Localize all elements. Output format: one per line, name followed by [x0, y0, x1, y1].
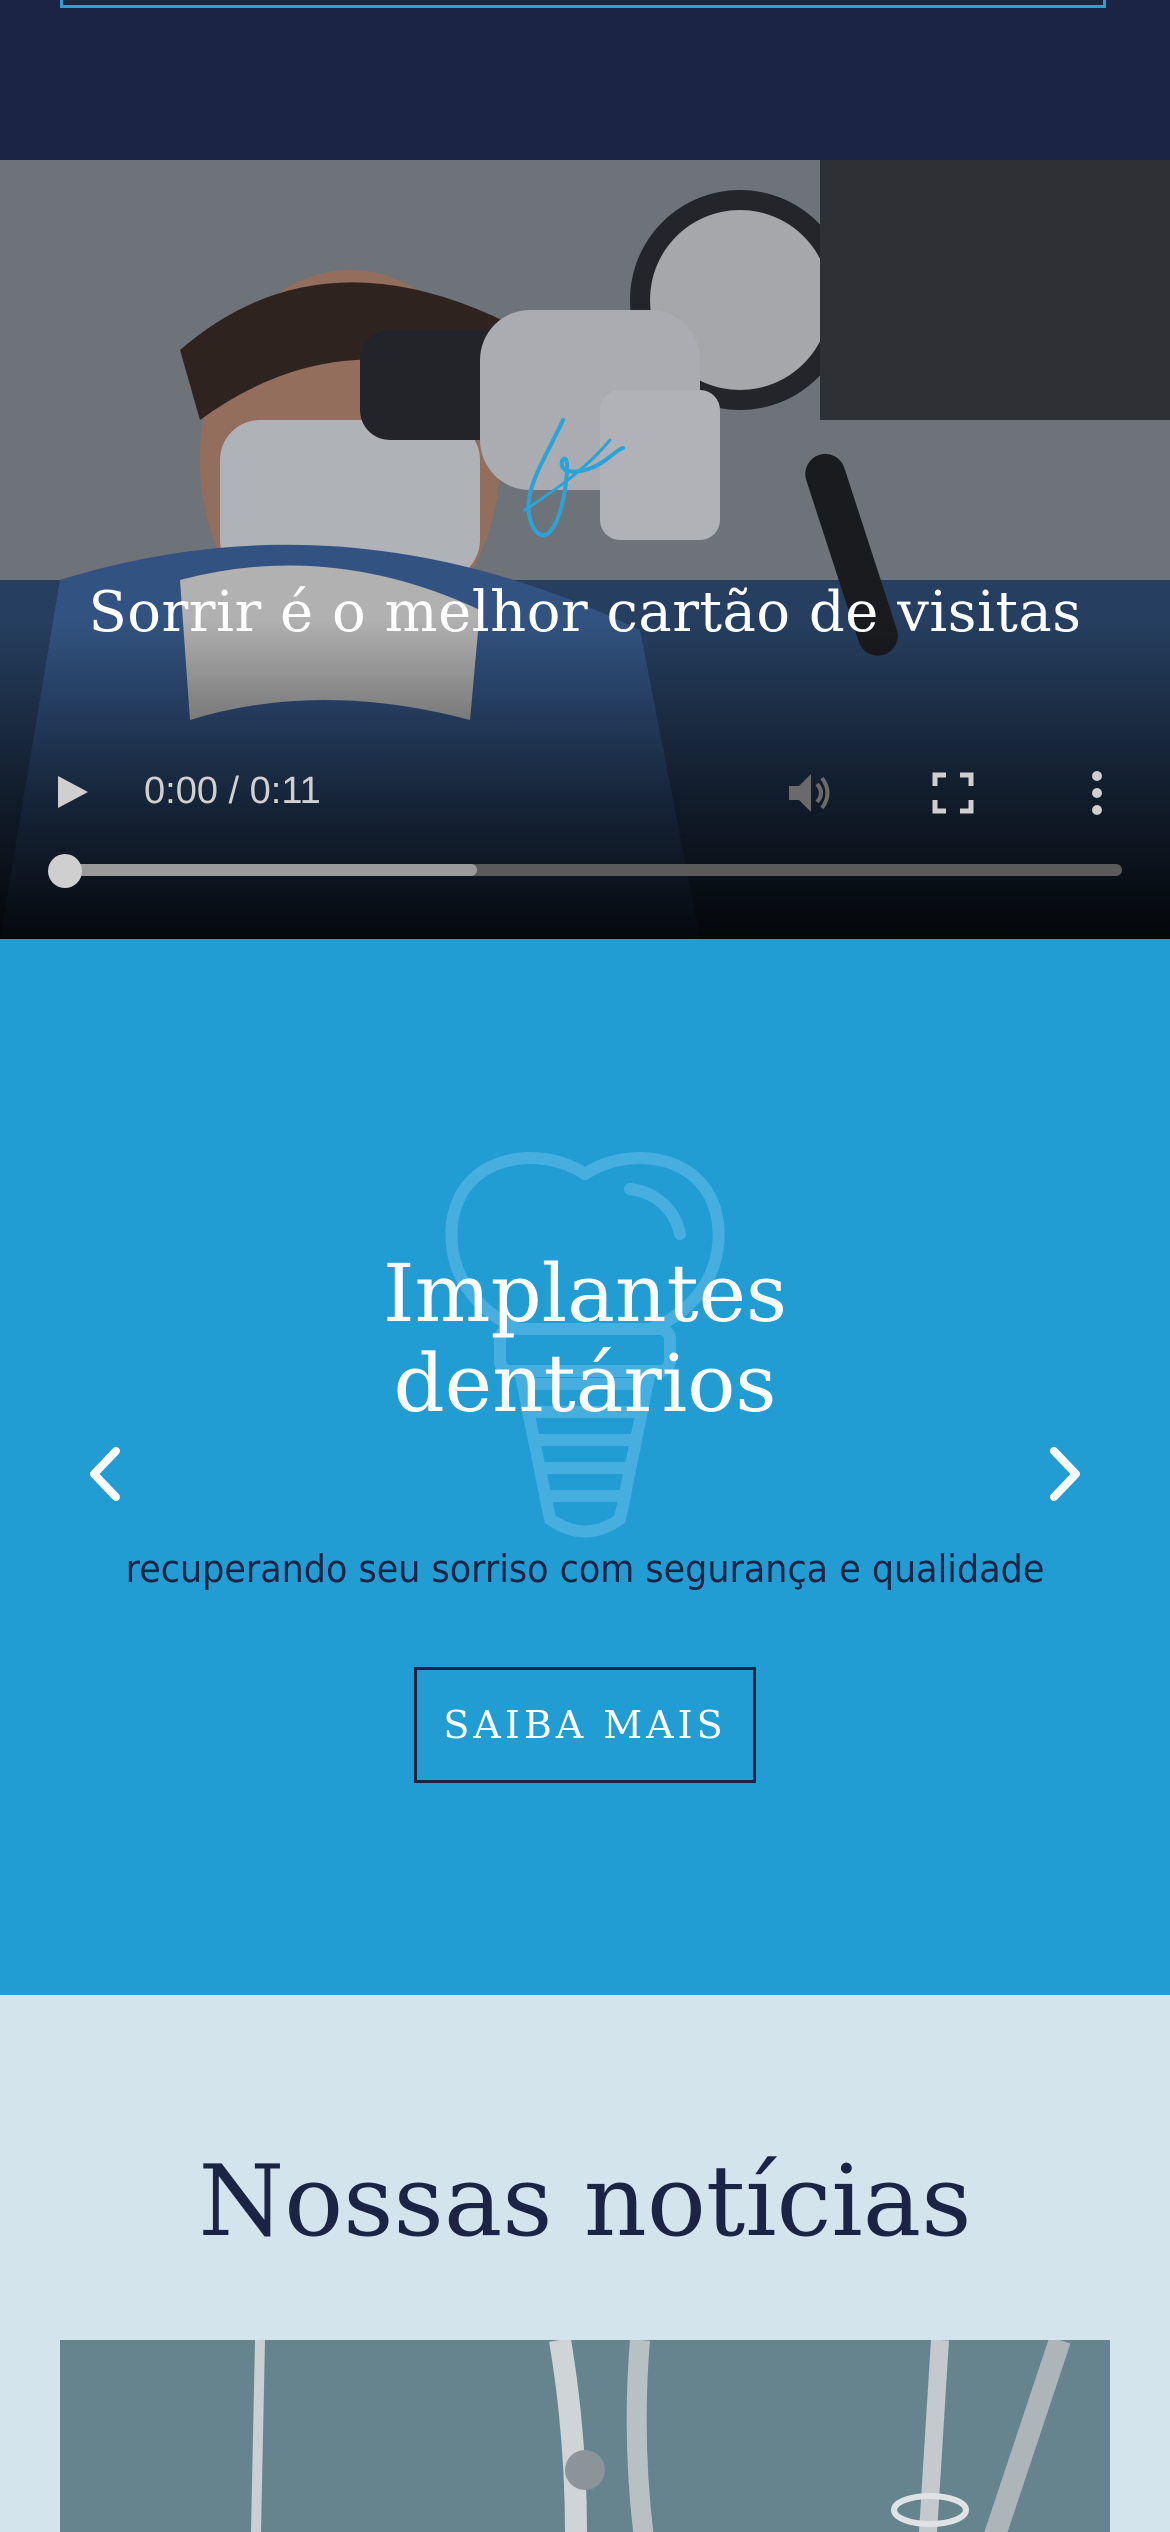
news-card-image[interactable] [60, 2340, 1110, 2532]
volume-icon[interactable] [785, 770, 833, 816]
header-band [0, 0, 1170, 160]
news-title: Nossas notícias [198, 2145, 972, 2259]
video-scrubber-handle[interactable] [48, 854, 82, 888]
implant-slider: Implantes dentários recuperando seu sorr… [0, 939, 1170, 1995]
video-controls: 0:00 / 0:11 [0, 760, 1170, 860]
video-time-display: 0:00 / 0:11 [144, 770, 321, 812]
video-tagline: Sorrir é o melhor cartão de visitas [88, 580, 1082, 645]
arrow-left-icon[interactable] [80, 1439, 130, 1509]
video-progress-bar[interactable] [64, 864, 1122, 876]
slide-title-line1: Implantes [382, 1247, 788, 1340]
arrow-right-icon[interactable] [1040, 1439, 1090, 1509]
news-section: Nossas notícias [0, 1995, 1170, 2532]
slide-title: Implantes dentários [0, 1249, 1170, 1429]
play-icon[interactable] [52, 772, 92, 812]
signature-logo-icon [523, 418, 625, 538]
slide-subtitle: recuperando seu sorriso com segurança e … [125, 1547, 1045, 1591]
more-options-icon[interactable] [1090, 770, 1104, 816]
dental-tools-image [60, 2340, 1110, 2532]
fullscreen-icon[interactable] [932, 772, 974, 814]
saiba-mais-button[interactable]: SAIBA MAIS [414, 1667, 756, 1783]
video-player[interactable]: Sorrir é o melhor cartão de visitas 0:00… [0, 160, 1170, 939]
slide-title-line2: dentários [393, 1337, 777, 1430]
video-buffered-fill [64, 864, 477, 876]
header-outline-box [60, 0, 1106, 8]
